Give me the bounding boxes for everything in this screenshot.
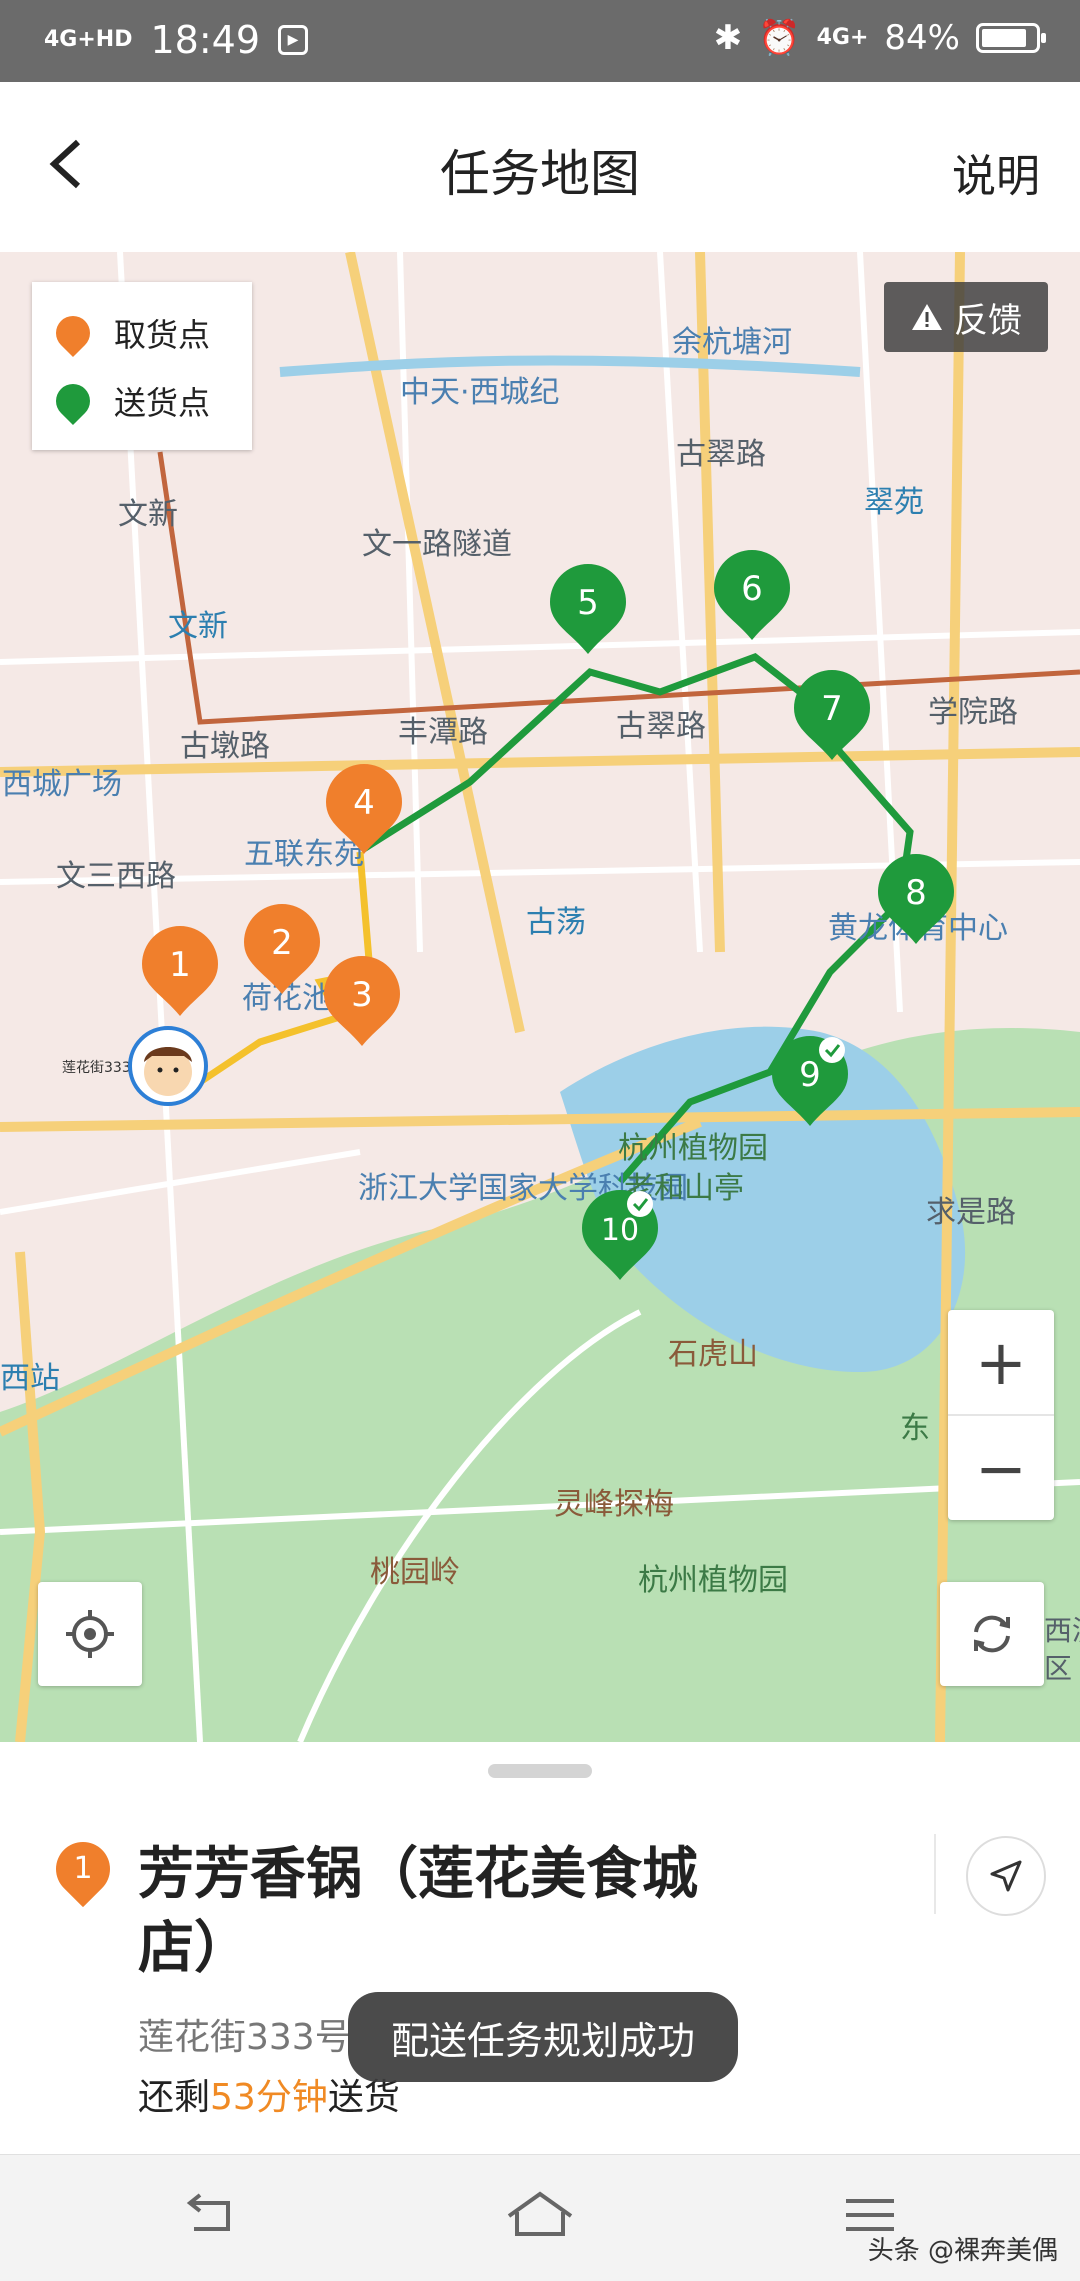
pickup-marker-3[interactable]: 3	[324, 956, 400, 1046]
warning-icon	[912, 304, 942, 330]
eta-prefix: 还剩	[138, 2077, 211, 2118]
nav-back-button[interactable]	[168, 2185, 248, 2245]
delivery-marker-6[interactable]: 6	[714, 550, 790, 640]
refresh-icon	[974, 1615, 1010, 1653]
map-label: 石虎山	[668, 1337, 758, 1372]
locate-button[interactable]	[38, 1582, 142, 1686]
eta-suffix: 送货	[327, 2077, 400, 2118]
shop-name: 芳芳香锅（莲花美食城店）	[138, 1842, 698, 1981]
svg-text:4: 4	[353, 783, 375, 823]
legend-pickup-label: 取货点	[114, 316, 211, 354]
map-legend: 取货点 送货点	[32, 282, 252, 450]
map-label: 桃园岭	[370, 1555, 460, 1590]
svg-text:10: 10	[601, 1213, 639, 1248]
navigation-arrow-icon	[990, 1860, 1022, 1892]
legend-delivery-label: 送货点	[114, 384, 211, 422]
map-label: 灵峰探梅	[554, 1487, 674, 1522]
map-label: 余杭塘河	[672, 325, 792, 360]
pickup-marker-1[interactable]: 1	[142, 926, 218, 1016]
eta-value: 53分钟	[210, 2077, 328, 2118]
network-indicator-2: 4G+	[816, 25, 869, 50]
feedback-button[interactable]: 反馈	[884, 282, 1048, 352]
map-label: 古墩路	[180, 729, 270, 764]
battery-icon	[976, 23, 1046, 53]
zoom-in-button[interactable]: +	[948, 1310, 1054, 1414]
nav-back-icon	[186, 2193, 230, 2231]
map-label: 西溪	[1044, 1614, 1080, 1647]
nav-home-button[interactable]	[500, 2185, 580, 2245]
nav-home-icon	[507, 2191, 573, 2236]
shop-index: 1	[73, 1851, 93, 1886]
shop-address: 莲花街333号	[138, 2017, 351, 2058]
map-label: 西城广场	[2, 767, 122, 802]
zoom-out-button[interactable]: −	[948, 1416, 1054, 1520]
toast-message: 配送任务规划成功	[348, 1992, 738, 2082]
watermark: 头条 @裸奔美偶	[867, 2236, 1058, 2266]
map-label: 文三西路	[56, 859, 176, 894]
navigate-button[interactable]	[966, 1836, 1046, 1916]
status-bar: 4G+HD 18:49 ▶ ✱ ⏰ 4G+ 84%	[0, 0, 1080, 82]
clock: 18:49	[150, 18, 260, 62]
map-label: 文新	[118, 497, 178, 532]
svg-text:8: 8	[905, 873, 927, 913]
map-label: 翠苑	[864, 485, 924, 520]
svg-text:2: 2	[271, 923, 293, 963]
battery-fill	[982, 29, 1026, 47]
shop-index-marker: 1	[44, 1830, 122, 1908]
map-label: 五联东苑	[244, 837, 364, 872]
courier-avatar[interactable]	[128, 1026, 208, 1106]
map-label: 丰潭路	[398, 715, 488, 750]
bluetooth-icon: ✱	[713, 18, 743, 58]
svg-text:7: 7	[821, 689, 843, 729]
map-label: 学院路	[928, 695, 1018, 730]
pickup-pin-icon	[48, 308, 98, 358]
title-bar: 任务地图 说明	[0, 82, 1080, 252]
map-label: 古翠路	[616, 709, 706, 744]
delivery-pin-icon	[48, 376, 98, 426]
svg-text:1: 1	[169, 945, 191, 985]
svg-text:9: 9	[799, 1055, 821, 1095]
media-icon: ▶	[278, 25, 308, 55]
svg-text:6: 6	[741, 569, 763, 609]
map-label: 古翠路	[676, 437, 766, 472]
map-label: 东	[900, 1411, 930, 1446]
locate-icon	[66, 1610, 114, 1658]
zoom-control: + −	[948, 1310, 1054, 1520]
help-button[interactable]: 说明	[952, 140, 1040, 204]
sheet-drag-handle[interactable]	[488, 1764, 592, 1778]
map-label: 中天·西城纪	[400, 375, 560, 410]
task-map[interactable]: 余杭塘河 中天·西城纪 文新 文一路隧道 翠苑 古翠路 文新 丰潭路 古翠路 学…	[0, 252, 1080, 1742]
map-label: 杭州植物园	[638, 1563, 788, 1598]
map-label: 西站	[0, 1361, 60, 1396]
legend-pickup: 取货点	[48, 308, 211, 358]
battery-percent: 84%	[884, 18, 960, 58]
delivery-marker-5[interactable]: 5	[550, 564, 626, 654]
map-label: 古荡	[526, 905, 586, 940]
alarm-icon: ⏰	[758, 18, 801, 58]
canal	[279, 355, 861, 377]
map-label: 文新	[168, 609, 228, 644]
page-title: 任务地图	[440, 145, 640, 203]
map-label: 区	[1044, 1652, 1072, 1685]
svg-text:3: 3	[351, 975, 373, 1015]
map-label: 求是路	[926, 1195, 1016, 1230]
map-label: 文一路隧道	[362, 527, 512, 562]
feedback-label: 反馈	[954, 300, 1022, 341]
vertical-divider	[934, 1834, 936, 1914]
delivery-marker-7[interactable]: 7	[794, 670, 870, 760]
legend-delivery: 送货点	[48, 376, 211, 426]
map-canvas[interactable]: 余杭塘河 中天·西城纪 文新 文一路隧道 翠苑 古翠路 文新 丰潭路 古翠路 学…	[0, 252, 1080, 1742]
network-indicator: 4G+HD	[44, 27, 133, 52]
svg-text:5: 5	[577, 583, 599, 623]
map-label: 杭州植物园	[618, 1131, 768, 1166]
shop-info-sheet: 1 芳芳香锅（莲花美食城店） 莲花街333号 还剩53分钟送货	[0, 1742, 1080, 2154]
refresh-button[interactable]	[940, 1582, 1044, 1686]
